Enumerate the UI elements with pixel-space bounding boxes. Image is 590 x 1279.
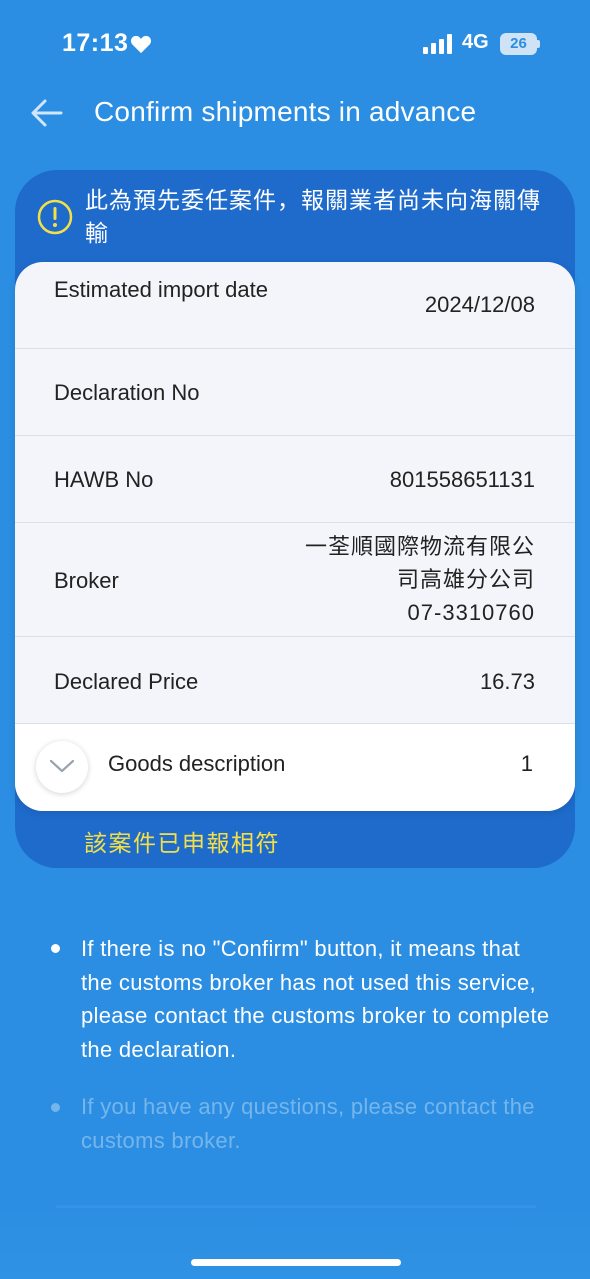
network-type: 4G (462, 31, 489, 53)
battery-level: 26 (500, 33, 537, 55)
row-estimated-import-date: Estimated import date 2024/12/08 (15, 262, 575, 349)
row-broker: Broker 一荃順國際物流有限公司高雄分公司 07-3310760 (15, 523, 575, 637)
app-header: Confirm shipments in advance (0, 88, 590, 138)
goods-label: Goods description (108, 751, 286, 776)
back-arrow-icon[interactable] (30, 98, 64, 128)
row-value: 一荃順國際物流有限公司高雄分公司 07-3310760 (304, 534, 535, 625)
home-indicator[interactable] (191, 1259, 401, 1266)
row-declared-price: Declared Price 16.73 (15, 637, 575, 724)
bullet-icon (51, 944, 60, 953)
warning-icon (37, 199, 73, 235)
bullet-icon (51, 1103, 60, 1112)
declaration-status: 該案件已申報相符 (84, 830, 280, 856)
goods-value: 1 (520, 751, 533, 776)
heart-icon (130, 35, 152, 54)
cellular-signal-icon (423, 34, 452, 54)
row-label: HAWB No (54, 467, 154, 492)
details-card: Estimated import date 2024/12/08 Declara… (15, 262, 575, 811)
row-label: Declaration No (54, 380, 200, 405)
row-label: Declared Price (54, 669, 199, 694)
note-item: If there is no "Confirm" button, it mean… (81, 936, 550, 1062)
row-value: 16.73 (479, 669, 535, 694)
row-value: 801558651131 (389, 467, 535, 492)
page-title: Confirm shipments in advance (94, 96, 477, 127)
goods-description-row[interactable]: Goods description 1 (15, 724, 575, 811)
expand-button[interactable] (36, 741, 88, 793)
battery-icon: 26 (500, 33, 540, 55)
row-label: Estimated import date (54, 277, 268, 302)
row-value: 2024/12/08 (424, 292, 535, 317)
row-declaration-no: Declaration No (15, 349, 575, 436)
note-item: If you have any questions, please contac… (81, 1094, 535, 1153)
warning-message: 此為預先委任案件，報關業者尚未向海關傳輸 (85, 187, 541, 246)
chevron-down-icon (49, 759, 75, 773)
status-time: 17:13 (62, 29, 129, 57)
bottom-divider (56, 1205, 536, 1208)
row-label: Broker (54, 568, 119, 593)
status-bar: 17:13 4G 26 (0, 0, 590, 88)
row-hawb-no: HAWB No 801558651131 (15, 436, 575, 523)
